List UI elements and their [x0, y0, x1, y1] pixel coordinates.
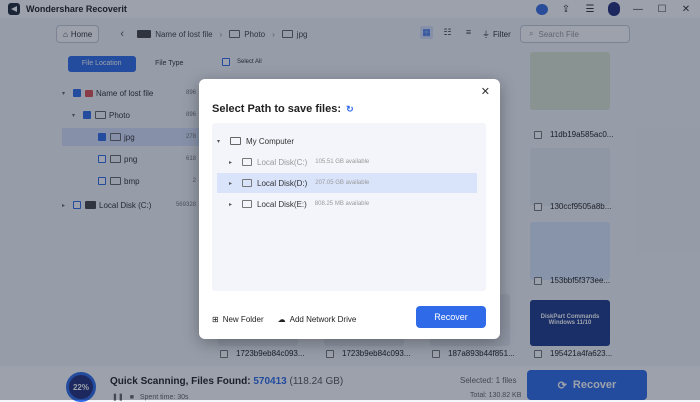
disk-icon	[242, 200, 252, 208]
expand-icon[interactable]: ▸	[229, 201, 239, 208]
add-network-label: Add Network Drive	[289, 315, 357, 324]
dialog-title-text: Select Path to save files:	[212, 103, 341, 115]
path-tree: ▾ My Computer ▸ Local Disk(C:) 105.51 GB…	[212, 123, 486, 291]
dialog-footer: ⊞ New Folder ☁ Add Network Drive	[212, 315, 356, 324]
close-icon[interactable]: ✕	[481, 85, 490, 98]
add-network-drive-button[interactable]: ☁ Add Network Drive	[278, 315, 357, 324]
new-folder-icon: ⊞	[212, 315, 219, 324]
dialog-recover-button[interactable]: Recover	[416, 306, 486, 328]
disk-available: 207.05 GB available	[315, 180, 370, 186]
dialog-title: Select Path to save files: ↻	[212, 103, 354, 115]
tree-item-disk-e[interactable]: ▸ Local Disk(E:) 808.25 MB available	[217, 194, 477, 214]
tree-item-my-computer[interactable]: ▾ My Computer	[217, 131, 477, 151]
disk-available: 808.25 MB available	[314, 201, 370, 207]
refresh-icon[interactable]: ↻	[346, 104, 354, 114]
expand-icon[interactable]: ▸	[229, 159, 239, 166]
disk-name: Local Disk(E:)	[257, 199, 307, 209]
tree-item-disk-d[interactable]: ▸ Local Disk(D:) 207.05 GB available	[217, 173, 477, 193]
disk-available: 105.51 GB available	[315, 159, 370, 165]
disk-icon	[242, 179, 252, 187]
disk-icon	[242, 158, 252, 166]
save-path-dialog: ✕ Select Path to save files: ↻ ▾ My Comp…	[199, 79, 500, 339]
disk-name: Local Disk(D:)	[257, 178, 308, 188]
tree-item-label: My Computer	[246, 136, 295, 146]
new-folder-button[interactable]: ⊞ New Folder	[212, 315, 264, 324]
expand-icon[interactable]: ▸	[229, 180, 239, 187]
computer-icon	[230, 137, 241, 145]
tree-item-disk-c[interactable]: ▸ Local Disk(C:) 105.51 GB available	[217, 152, 477, 172]
network-drive-icon: ☁	[277, 315, 286, 324]
collapse-icon[interactable]: ▾	[217, 138, 227, 145]
disk-name: Local Disk(C:)	[257, 157, 308, 167]
new-folder-label: New Folder	[222, 315, 264, 324]
